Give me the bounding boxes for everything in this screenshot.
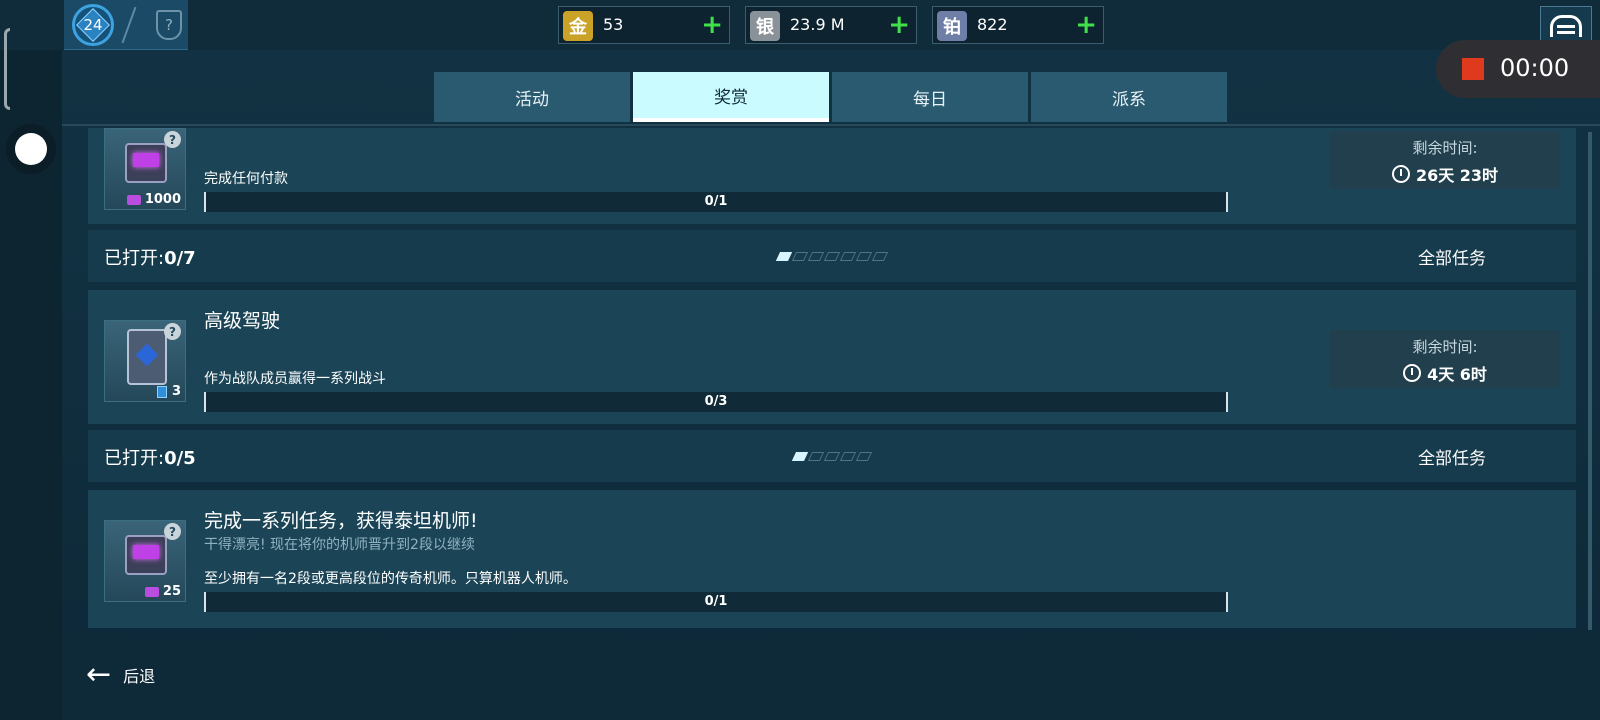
task-card: ? 3 高级驾驶 作为战队成员赢得一系列战斗 0/3 剩余时间: 4天 6时 [88, 290, 1576, 424]
task-progress-text: 0/1 [704, 594, 728, 609]
opened-value: 0/5 [164, 448, 196, 469]
time-remaining: 剩余时间: 26天 23时 [1330, 131, 1560, 189]
all-tasks-button[interactable]: 全部任务 [1418, 244, 1486, 269]
player-rank[interactable]: 24 ? [64, 0, 188, 50]
progress-pip [855, 452, 873, 461]
time-remaining-value: 4天 6时 [1427, 365, 1487, 384]
currency-platinum: 铂 822 + [932, 6, 1104, 44]
screen-recorder[interactable]: 00:00 [1436, 40, 1600, 98]
gold-icon: 金 [563, 11, 593, 41]
currency-gold: 金 53 + [558, 6, 730, 44]
opened-progress-pips [791, 452, 873, 461]
reward-thumbnail[interactable]: ? 25 [104, 520, 186, 602]
task-description: 作为战队成员赢得一系列战斗 [204, 371, 386, 387]
time-remaining-label: 剩余时间: [1412, 139, 1478, 157]
all-tasks-button[interactable]: 全部任务 [1418, 444, 1486, 469]
opened-label: 已打开: [104, 448, 165, 469]
progress-pip [839, 252, 857, 261]
scrollbar[interactable] [1588, 132, 1592, 630]
task-title: 高级驾驶 [204, 310, 281, 332]
tab-rewards[interactable]: 奖赏 [633, 72, 829, 122]
stop-record-icon[interactable] [1462, 58, 1484, 80]
progress-pip [775, 252, 793, 261]
back-label: 后退 [123, 667, 156, 686]
rewards-screen: 24 ? 金 53 + 银 23.9 M + 铂 822 + 00:00 活动 … [0, 0, 1600, 720]
chip-icon [157, 386, 167, 398]
divider [121, 6, 137, 44]
tab-events[interactable]: 活动 [434, 72, 630, 122]
progress-pip [807, 452, 825, 461]
platinum-amount: 822 [977, 15, 1008, 34]
add-silver-button[interactable]: + [888, 10, 910, 40]
reward-thumbnail[interactable]: ? 1000 [104, 128, 186, 210]
gold-amount: 53 [603, 15, 624, 34]
progress-pip [791, 452, 809, 461]
task-card: ? 1000 完成任何付款 0/1 剩余时间: 26天 23时 [88, 128, 1576, 224]
task-progress-text: 0/3 [704, 394, 728, 409]
progress-pip [791, 252, 809, 261]
loot-box-image [125, 143, 167, 183]
task-card: ? 25 完成一系列任务，获得泰坦机师! 干得漂亮! 现在将你的机师晋升到2段以… [88, 490, 1576, 628]
help-icon[interactable]: ? [164, 323, 181, 340]
loot-box-image [125, 535, 167, 575]
opened-row: 已打开:0/5 全部任务 [88, 430, 1576, 482]
task-title: 完成一系列任务，获得泰坦机师! [204, 510, 478, 532]
clock-icon [1391, 165, 1410, 183]
clock-icon [1403, 364, 1422, 382]
hangar-icon [1550, 15, 1582, 37]
task-subtitle: 干得漂亮! 现在将你的机师晋升到2段以继续 [204, 537, 475, 553]
opened-progress-pips [775, 252, 889, 261]
progress-pip [839, 452, 857, 461]
task-description: 完成任何付款 [204, 171, 288, 187]
help-icon[interactable]: ? [164, 131, 181, 148]
silver-icon: 银 [750, 11, 780, 41]
tab-bar: 活动 奖赏 每日 派系 [434, 72, 1227, 122]
opened-label-wrap: 已打开:0/5 [104, 444, 196, 470]
help-icon[interactable]: ? [164, 523, 181, 540]
time-remaining: 剩余时间: 4天 6时 [1330, 330, 1560, 388]
task-progress-bar: 0/3 [204, 392, 1228, 412]
reward-count: 1000 [144, 192, 181, 207]
circle-icon [15, 133, 47, 165]
progress-pip [871, 252, 889, 261]
back-button[interactable]: ← 后退 [86, 660, 155, 690]
pilot-card-image [127, 329, 167, 385]
time-remaining-value-wrap: 4天 6时 [1403, 361, 1487, 385]
league-shield-icon[interactable]: ? [156, 10, 182, 40]
side-handle[interactable] [4, 28, 10, 110]
time-remaining-label: 剩余时间: [1412, 338, 1478, 356]
tab-divider [62, 124, 1600, 126]
time-remaining-value: 26天 23时 [1415, 166, 1499, 185]
opened-label: 已打开: [104, 248, 165, 269]
rank-badge: 24 [72, 4, 114, 46]
add-platinum-button[interactable]: + [1075, 10, 1097, 40]
platinum-icon: 铂 [937, 11, 967, 41]
time-remaining-value-wrap: 26天 23时 [1391, 162, 1499, 186]
opened-row: 已打开:0/7 全部任务 [88, 230, 1576, 282]
opened-label-wrap: 已打开:0/7 [104, 244, 196, 270]
rank-number: 24 [83, 16, 103, 34]
opened-value: 0/7 [164, 248, 196, 269]
task-progress-bar: 0/1 [204, 192, 1228, 212]
back-arrow-icon: ← [86, 657, 112, 692]
progress-pip [823, 452, 841, 461]
progress-pip [823, 252, 841, 261]
key-icon [145, 587, 159, 597]
key-icon [127, 195, 141, 205]
task-description: 至少拥有一名2段或更高段位的传奇机师。只算机器人机师。 [204, 571, 577, 587]
floating-assist-button[interactable] [6, 124, 56, 174]
reward-thumbnail[interactable]: ? 3 [104, 320, 186, 402]
reward-count: 25 [162, 584, 181, 599]
add-gold-button[interactable]: + [701, 10, 723, 40]
silver-amount: 23.9 M [790, 15, 845, 34]
currency-silver: 银 23.9 M + [745, 6, 917, 44]
record-timer: 00:00 [1500, 54, 1570, 82]
task-progress-bar: 0/1 [204, 592, 1228, 612]
progress-pip [855, 252, 873, 261]
task-progress-text: 0/1 [704, 194, 728, 209]
reward-count: 3 [171, 384, 181, 399]
progress-pip [807, 252, 825, 261]
tab-factions[interactable]: 派系 [1031, 72, 1227, 122]
tab-daily[interactable]: 每日 [832, 72, 1028, 122]
